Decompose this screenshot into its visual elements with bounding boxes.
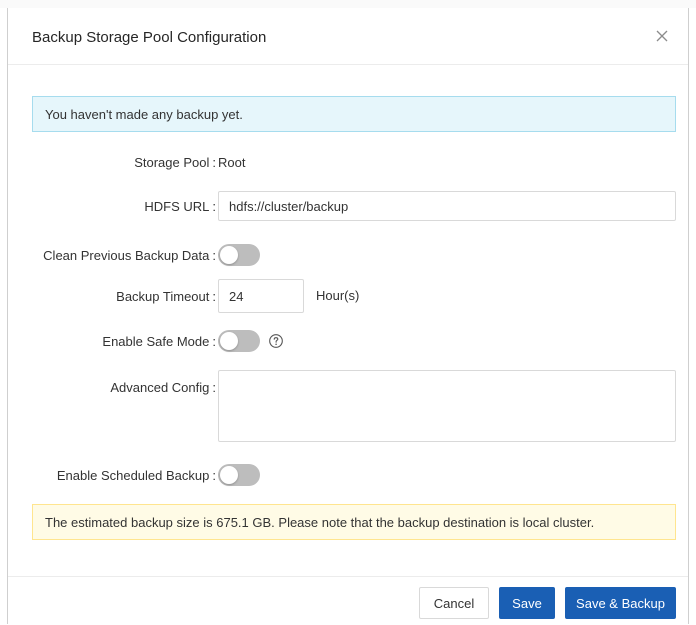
- hdfs-url-label: HDFS URL:: [144, 199, 216, 214]
- backup-timeout-unit: Hour(s): [316, 288, 360, 303]
- save-button[interactable]: Save: [499, 587, 555, 619]
- toggle-knob: [220, 466, 238, 484]
- safe-mode-label: Enable Safe Mode:: [102, 334, 216, 349]
- clean-previous-label: Clean Previous Backup Data:: [43, 248, 216, 263]
- backup-config-dialog: Backup Storage Pool Configuration You ha…: [8, 8, 688, 624]
- advanced-config-textarea[interactable]: [218, 370, 676, 442]
- form-row-clean-previous: Clean Previous Backup Data:: [8, 244, 688, 266]
- dialog-title: Backup Storage Pool Configuration: [32, 29, 267, 46]
- backup-timeout-group: Hour(s): [218, 279, 359, 313]
- form-row-backup-timeout: Backup Timeout: Hour(s): [8, 279, 688, 313]
- form-row-hdfs-url: HDFS URL:: [8, 191, 688, 221]
- background-page-strip: [0, 0, 696, 8]
- form-row-advanced-config: Advanced Config:: [8, 370, 688, 442]
- hdfs-url-input[interactable]: [218, 191, 676, 221]
- info-alert: You haven't made any backup yet.: [32, 96, 676, 132]
- backup-timeout-input[interactable]: [218, 279, 304, 313]
- backup-timeout-label: Backup Timeout:: [116, 289, 216, 304]
- safe-mode-group: [218, 330, 283, 355]
- backdrop-edge-right: [688, 8, 689, 624]
- storage-pool-label: Storage Pool:: [134, 155, 216, 170]
- clean-previous-toggle[interactable]: [218, 244, 260, 266]
- question-circle-icon[interactable]: [268, 333, 284, 349]
- warning-alert: The estimated backup size is 675.1 GB. P…: [32, 504, 676, 540]
- advanced-config-label: Advanced Config:: [110, 380, 216, 395]
- safe-mode-toggle[interactable]: [218, 330, 260, 352]
- dialog-header: Backup Storage Pool Configuration: [8, 8, 688, 65]
- form-row-storage-pool: Storage Pool: Root: [8, 153, 688, 173]
- save-and-backup-button[interactable]: Save & Backup: [565, 587, 676, 619]
- toggle-knob: [220, 246, 238, 264]
- dialog-footer: Cancel Save Save & Backup: [8, 576, 688, 625]
- close-icon[interactable]: [652, 26, 672, 46]
- form-row-scheduled-backup: Enable Scheduled Backup:: [8, 464, 688, 486]
- scheduled-backup-toggle[interactable]: [218, 464, 260, 486]
- storage-pool-value: Root: [218, 155, 246, 170]
- form-row-safe-mode: Enable Safe Mode:: [8, 330, 688, 352]
- scheduled-backup-label: Enable Scheduled Backup:: [56, 468, 216, 483]
- cancel-button[interactable]: Cancel: [419, 587, 489, 619]
- toggle-knob: [220, 332, 238, 350]
